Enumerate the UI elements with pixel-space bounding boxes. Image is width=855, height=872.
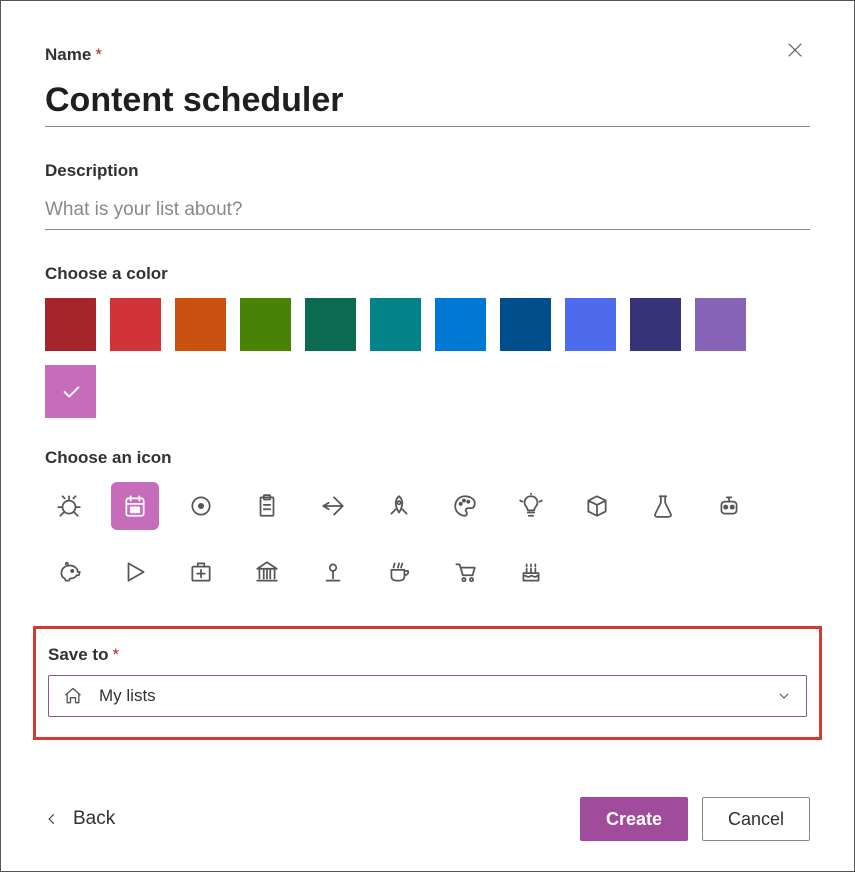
icon-option[interactable]	[309, 548, 357, 596]
icon-option[interactable]	[309, 482, 357, 530]
color-swatch-periwinkle[interactable]	[565, 298, 616, 351]
rocket-icon	[386, 493, 412, 519]
save-to-value: My lists	[99, 686, 156, 706]
icon-option[interactable]	[111, 548, 159, 596]
choose-color-label: Choose a color	[45, 264, 810, 284]
icon-option[interactable]	[177, 482, 225, 530]
chevron-down-icon	[776, 688, 792, 704]
close-button[interactable]	[786, 41, 814, 69]
cart-icon	[452, 559, 478, 585]
color-swatch-dark-green[interactable]	[305, 298, 356, 351]
color-swatch-green[interactable]	[240, 298, 291, 351]
icon-option[interactable]	[243, 482, 291, 530]
icon-option[interactable]	[375, 548, 423, 596]
description-input[interactable]	[45, 189, 810, 230]
color-swatch-pink[interactable]	[45, 365, 96, 418]
icon-option[interactable]	[177, 548, 225, 596]
coffee-icon	[386, 559, 412, 585]
check-icon	[60, 381, 82, 403]
back-button[interactable]: Back	[45, 808, 115, 830]
color-swatch-navy[interactable]	[630, 298, 681, 351]
lightbulb-icon	[518, 493, 544, 519]
cube-icon	[584, 493, 610, 519]
calendar-icon	[122, 493, 148, 519]
flask-icon	[650, 493, 676, 519]
name-label: Name*	[45, 45, 810, 65]
icon-option[interactable]	[639, 482, 687, 530]
icon-option[interactable]	[375, 482, 423, 530]
required-indicator: *	[95, 45, 102, 64]
icon-option[interactable]	[573, 482, 621, 530]
name-input[interactable]	[45, 73, 810, 127]
close-icon	[786, 41, 804, 59]
icon-option[interactable]	[45, 548, 93, 596]
palette-icon	[452, 493, 478, 519]
choose-icon-label: Choose an icon	[45, 448, 810, 468]
cake-icon	[518, 559, 544, 585]
color-swatch-teal[interactable]	[370, 298, 421, 351]
icon-option[interactable]	[507, 482, 555, 530]
mappin-icon	[320, 559, 346, 585]
medkit-icon	[188, 559, 214, 585]
airplane-icon	[320, 493, 346, 519]
icon-option[interactable]	[243, 548, 291, 596]
icon-option[interactable]	[507, 548, 555, 596]
color-swatch-dark-blue[interactable]	[500, 298, 551, 351]
description-label: Description	[45, 161, 810, 181]
bug-icon	[56, 493, 82, 519]
icon-option[interactable]	[441, 482, 489, 530]
piggy-icon	[56, 559, 82, 585]
back-label: Back	[73, 808, 115, 830]
icon-option[interactable]	[45, 482, 93, 530]
clipboard-icon	[254, 493, 280, 519]
color-swatch-violet[interactable]	[695, 298, 746, 351]
color-swatch-dark-red[interactable]	[45, 298, 96, 351]
color-swatch-orange[interactable]	[175, 298, 226, 351]
target-icon	[188, 493, 214, 519]
save-to-highlight-region: Save to* My lists	[33, 626, 822, 740]
required-indicator: *	[112, 645, 119, 664]
create-button[interactable]: Create	[580, 797, 688, 841]
bank-icon	[254, 559, 280, 585]
save-to-dropdown[interactable]: My lists	[48, 675, 807, 717]
icon-option[interactable]	[441, 548, 489, 596]
save-to-label: Save to*	[48, 645, 807, 665]
home-icon	[63, 686, 83, 706]
chevron-left-icon	[45, 808, 59, 830]
cancel-button[interactable]: Cancel	[702, 797, 810, 841]
icon-option[interactable]	[111, 482, 159, 530]
color-swatch-red[interactable]	[110, 298, 161, 351]
icon-option[interactable]	[705, 482, 753, 530]
color-swatch-blue[interactable]	[435, 298, 486, 351]
play-icon	[122, 559, 148, 585]
robot-icon	[716, 493, 742, 519]
